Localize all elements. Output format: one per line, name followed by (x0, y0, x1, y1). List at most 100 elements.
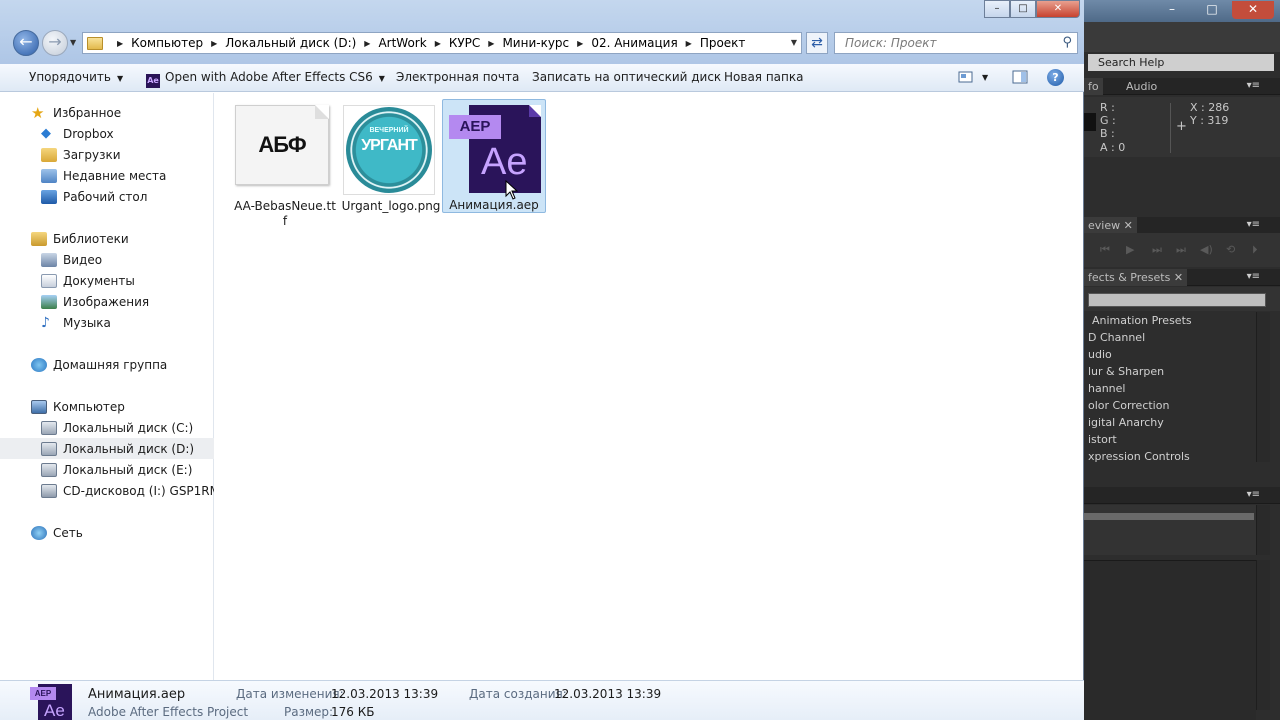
last-frame-icon[interactable]: ⏭ (1176, 243, 1186, 257)
file-item[interactable]: АБФ AA-BebasNeue.ttf (233, 101, 337, 228)
new-folder-button[interactable]: Новая папка (724, 70, 803, 84)
chevron-right-icon[interactable]: ▶ (364, 39, 370, 48)
sidebar-item-homegroup[interactable]: Домашняя группа (0, 354, 214, 375)
breadcrumb-item[interactable]: КУРС (449, 36, 480, 50)
chevron-right-icon[interactable]: ▶ (117, 39, 123, 48)
ae-maximize-button[interactable]: □ (1200, 1, 1224, 19)
sidebar-item-libraries[interactable]: Библиотеки (0, 228, 214, 249)
logo-title: УРГАНТ (361, 137, 418, 154)
effects-list-item[interactable]: igital Anarchy (1084, 414, 1256, 431)
effects-list-item[interactable]: istort (1084, 431, 1256, 448)
lower-scrollbar[interactable] (1256, 505, 1270, 555)
sidebar-item-documents[interactable]: Документы (0, 270, 214, 291)
breadcrumb-item[interactable]: 02. Анимация (591, 36, 677, 50)
file-item[interactable]: ВЕЧЕРНИЙ УРГАНТ Urgant_logo.png (339, 101, 443, 215)
network-icon (31, 525, 47, 540)
effects-list-item[interactable]: hannel (1084, 380, 1256, 397)
audio-icon[interactable]: ◀) (1200, 243, 1213, 256)
info-y: Y : 319 (1190, 114, 1229, 127)
breadcrumb-item[interactable]: Мини-курс (502, 36, 569, 50)
file-name: AA-BebasNeue.ttf (234, 199, 336, 228)
view-options-icon[interactable] (958, 69, 974, 85)
breadcrumb-item[interactable]: ArtWork (378, 36, 426, 50)
email-button[interactable]: Электронная почта (396, 70, 519, 84)
tab-preview[interactable]: eview ✕ (1084, 217, 1137, 234)
panel-menu-icon[interactable]: ▾≡ (1247, 80, 1260, 91)
sidebar-item-drive-e[interactable]: Локальный диск (E:) (0, 459, 214, 480)
breadcrumb: ▶ Компьютер ▶ Локальный диск (D:) ▶ ArtW… (109, 36, 745, 50)
sidebar-item-favorites[interactable]: ★ Избранное (0, 102, 214, 123)
detail-created-value[interactable]: 12.03.2013 13:39 (554, 687, 661, 701)
sidebar-item-computer[interactable]: Компьютер (0, 396, 214, 417)
ae-close-button[interactable]: ✕ (1232, 1, 1274, 19)
sidebar-item-pictures[interactable]: Изображения (0, 291, 214, 312)
back-button[interactable]: ← (13, 30, 39, 56)
sidebar-item-network[interactable]: Сеть (0, 522, 214, 543)
chevron-right-icon[interactable]: ▶ (488, 39, 494, 48)
ae-effects-tabs: fects & Presets ✕ ▾≡ (1084, 269, 1280, 286)
sidebar-item-dropbox[interactable]: ◆ Dropbox (0, 123, 214, 144)
panel-menu-icon[interactable]: ▾≡ (1247, 219, 1260, 230)
effects-scrollbar[interactable] (1256, 312, 1270, 462)
breadcrumb-item[interactable]: Локальный диск (D:) (225, 36, 356, 50)
help-icon[interactable]: ? (1047, 69, 1064, 86)
breadcrumb-item[interactable]: Проект (700, 36, 746, 50)
preview-pane-icon[interactable] (1012, 69, 1028, 85)
burn-button[interactable]: Записать на оптический диск (532, 70, 721, 84)
sidebar-item-drive-d[interactable]: Локальный диск (D:) (0, 438, 214, 459)
navigation-pane: ★ Избранное ◆ Dropbox Загрузки Недавние … (0, 93, 214, 680)
close-button[interactable]: ✕ (1036, 0, 1080, 18)
effects-list-item[interactable]: D Channel (1084, 329, 1256, 346)
sidebar-item-video[interactable]: Видео (0, 249, 214, 270)
image-thumbnail: ВЕЧЕРНИЙ УРГАНТ (343, 105, 435, 195)
libraries-icon (31, 231, 47, 246)
sidebar-item-recent[interactable]: Недавние места (0, 165, 214, 186)
sidebar-item-desktop[interactable]: Рабочий стол (0, 186, 214, 207)
maximize-button[interactable]: □ (1010, 0, 1036, 18)
effects-list-item[interactable]: udio (1084, 346, 1256, 363)
loop-icon[interactable]: ⟲ (1226, 243, 1235, 256)
breadcrumb-item[interactable]: Компьютер (131, 36, 203, 50)
bottom-scrollbar[interactable] (1256, 560, 1270, 710)
first-frame-icon[interactable]: ⏮ (1100, 243, 1110, 257)
tab-info[interactable]: fo (1084, 78, 1103, 95)
refresh-icon: ⇄ (811, 35, 823, 51)
detail-modified-value[interactable]: 12.03.2013 13:39 (331, 687, 438, 701)
search-input[interactable]: Поиск: Проект ⚲ (834, 32, 1078, 54)
effects-list-item[interactable]: Animation Presets (1084, 312, 1256, 329)
chevron-right-icon[interactable]: ▶ (686, 39, 692, 48)
effects-list-item[interactable]: xpression Controls (1084, 448, 1256, 465)
chevron-right-icon[interactable]: ▶ (211, 39, 217, 48)
effects-list-item[interactable]: olor Correction (1084, 397, 1256, 414)
panel-menu-icon[interactable]: ▾≡ (1247, 489, 1260, 500)
chevron-right-icon[interactable]: ▶ (577, 39, 583, 48)
address-dropdown-icon[interactable]: ▼ (791, 38, 797, 47)
forward-button[interactable]: → (42, 30, 68, 56)
effects-search-input[interactable] (1088, 293, 1266, 307)
refresh-button[interactable]: ⇄ (806, 32, 828, 54)
sidebar-item-downloads[interactable]: Загрузки (0, 144, 214, 165)
ae-minimize-button[interactable]: – (1160, 1, 1184, 19)
search-icon[interactable]: ⚲ (1062, 33, 1072, 53)
organize-button[interactable]: Упорядочить ▼ (29, 70, 123, 84)
chevron-right-icon[interactable]: ▶ (435, 39, 441, 48)
file-item-selected[interactable]: AEP Ae Анимация.aep (442, 99, 546, 213)
effects-list-item[interactable]: lur & Sharpen (1084, 363, 1256, 380)
minimize-button[interactable]: – (984, 0, 1010, 18)
view-dropdown-icon[interactable]: ▼ (982, 73, 988, 82)
open-with-button[interactable]: Ae Open with Adobe After Effects CS6 ▼ (146, 70, 385, 88)
tab-audio[interactable]: Audio (1126, 78, 1157, 95)
sidebar-item-drive-c[interactable]: Локальный диск (C:) (0, 417, 214, 438)
color-swatch (1084, 113, 1096, 131)
sidebar-item-cd-drive[interactable]: CD-дисковод (I:) GSP1RMCU (0, 480, 214, 501)
tab-effects-presets[interactable]: fects & Presets ✕ (1084, 269, 1188, 286)
address-bar[interactable]: ▶ Компьютер ▶ Локальный диск (D:) ▶ ArtW… (82, 32, 802, 54)
play-icon[interactable]: ▶ (1126, 243, 1134, 256)
ae-search-help[interactable]: Search Help (1088, 54, 1274, 71)
next-frame-icon[interactable]: ⏭ (1152, 243, 1162, 257)
panel-menu-icon[interactable]: ▾≡ (1247, 271, 1260, 282)
ram-preview-icon[interactable]: ⏵ (1252, 243, 1258, 257)
sidebar-item-music[interactable]: ♪ Музыка (0, 312, 214, 333)
recent-pages-dropdown-icon[interactable]: ▼ (70, 38, 76, 47)
window-controls: – □ ✕ (984, 0, 1080, 18)
